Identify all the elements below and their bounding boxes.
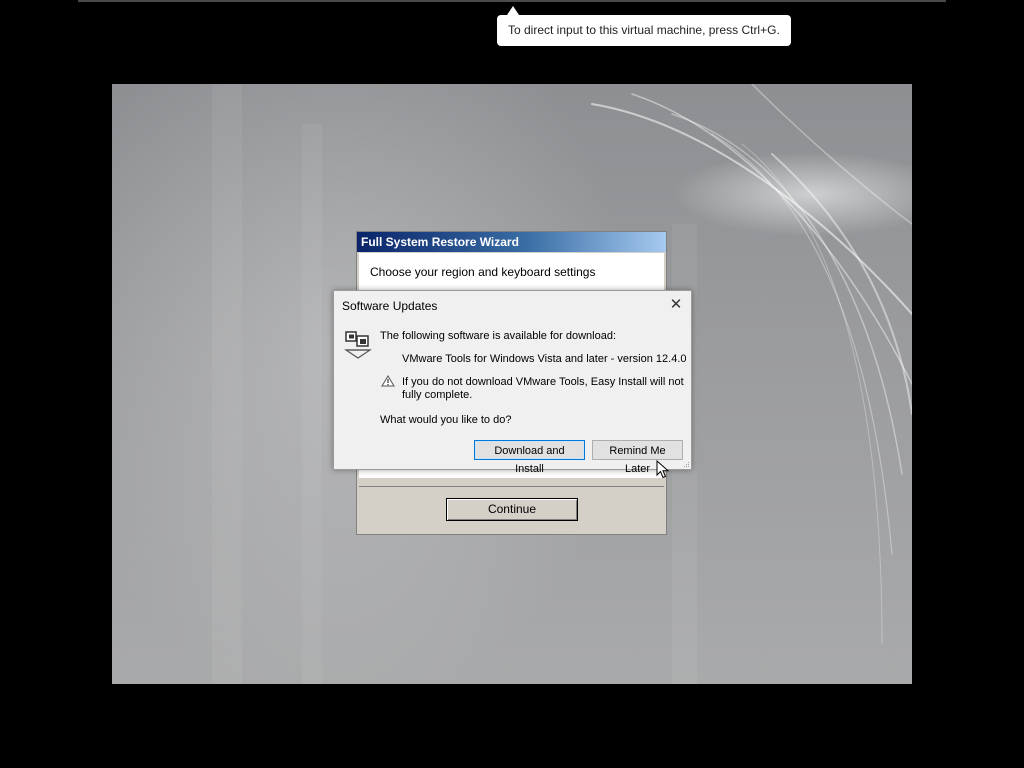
resize-grip-icon[interactable] (682, 460, 690, 468)
software-updates-dialog: Software Updates ✕ The following softwar… (333, 290, 692, 475)
dialog-title: Software Updates (342, 299, 438, 313)
software-download-icon (344, 331, 372, 359)
warning-icon (381, 375, 395, 387)
warning-text-line2: fully complete. (402, 389, 473, 401)
close-icon[interactable]: ✕ (667, 296, 685, 314)
question-text: What would you like to do? (380, 414, 512, 426)
vm-screen[interactable]: Full System Restore Wizard Choose your r… (112, 84, 912, 684)
continue-button[interactable]: Continue (446, 498, 578, 521)
input-hint-tooltip: To direct input to this virtual machine,… (497, 6, 791, 46)
software-item: VMware Tools for Windows Vista and later… (402, 353, 687, 365)
wizard-divider (359, 486, 664, 487)
intro-text: The following software is available for … (380, 330, 617, 342)
mouse-pointer-icon (656, 460, 670, 479)
warning-text-line1: If you do not download VMware Tools, Eas… (402, 376, 684, 388)
vm-toolbar-edge (78, 0, 946, 2)
wizard-subtitle: Choose your region and keyboard settings (370, 265, 596, 279)
wizard-title-bar: Full System Restore Wizard (357, 232, 666, 252)
wizard-title: Full System Restore Wizard (361, 235, 519, 249)
tooltip-text: To direct input to this virtual machine,… (508, 23, 780, 37)
remind-me-later-button[interactable]: Remind Me Later (592, 440, 683, 475)
download-and-install-button[interactable]: Download and Install (474, 440, 585, 475)
